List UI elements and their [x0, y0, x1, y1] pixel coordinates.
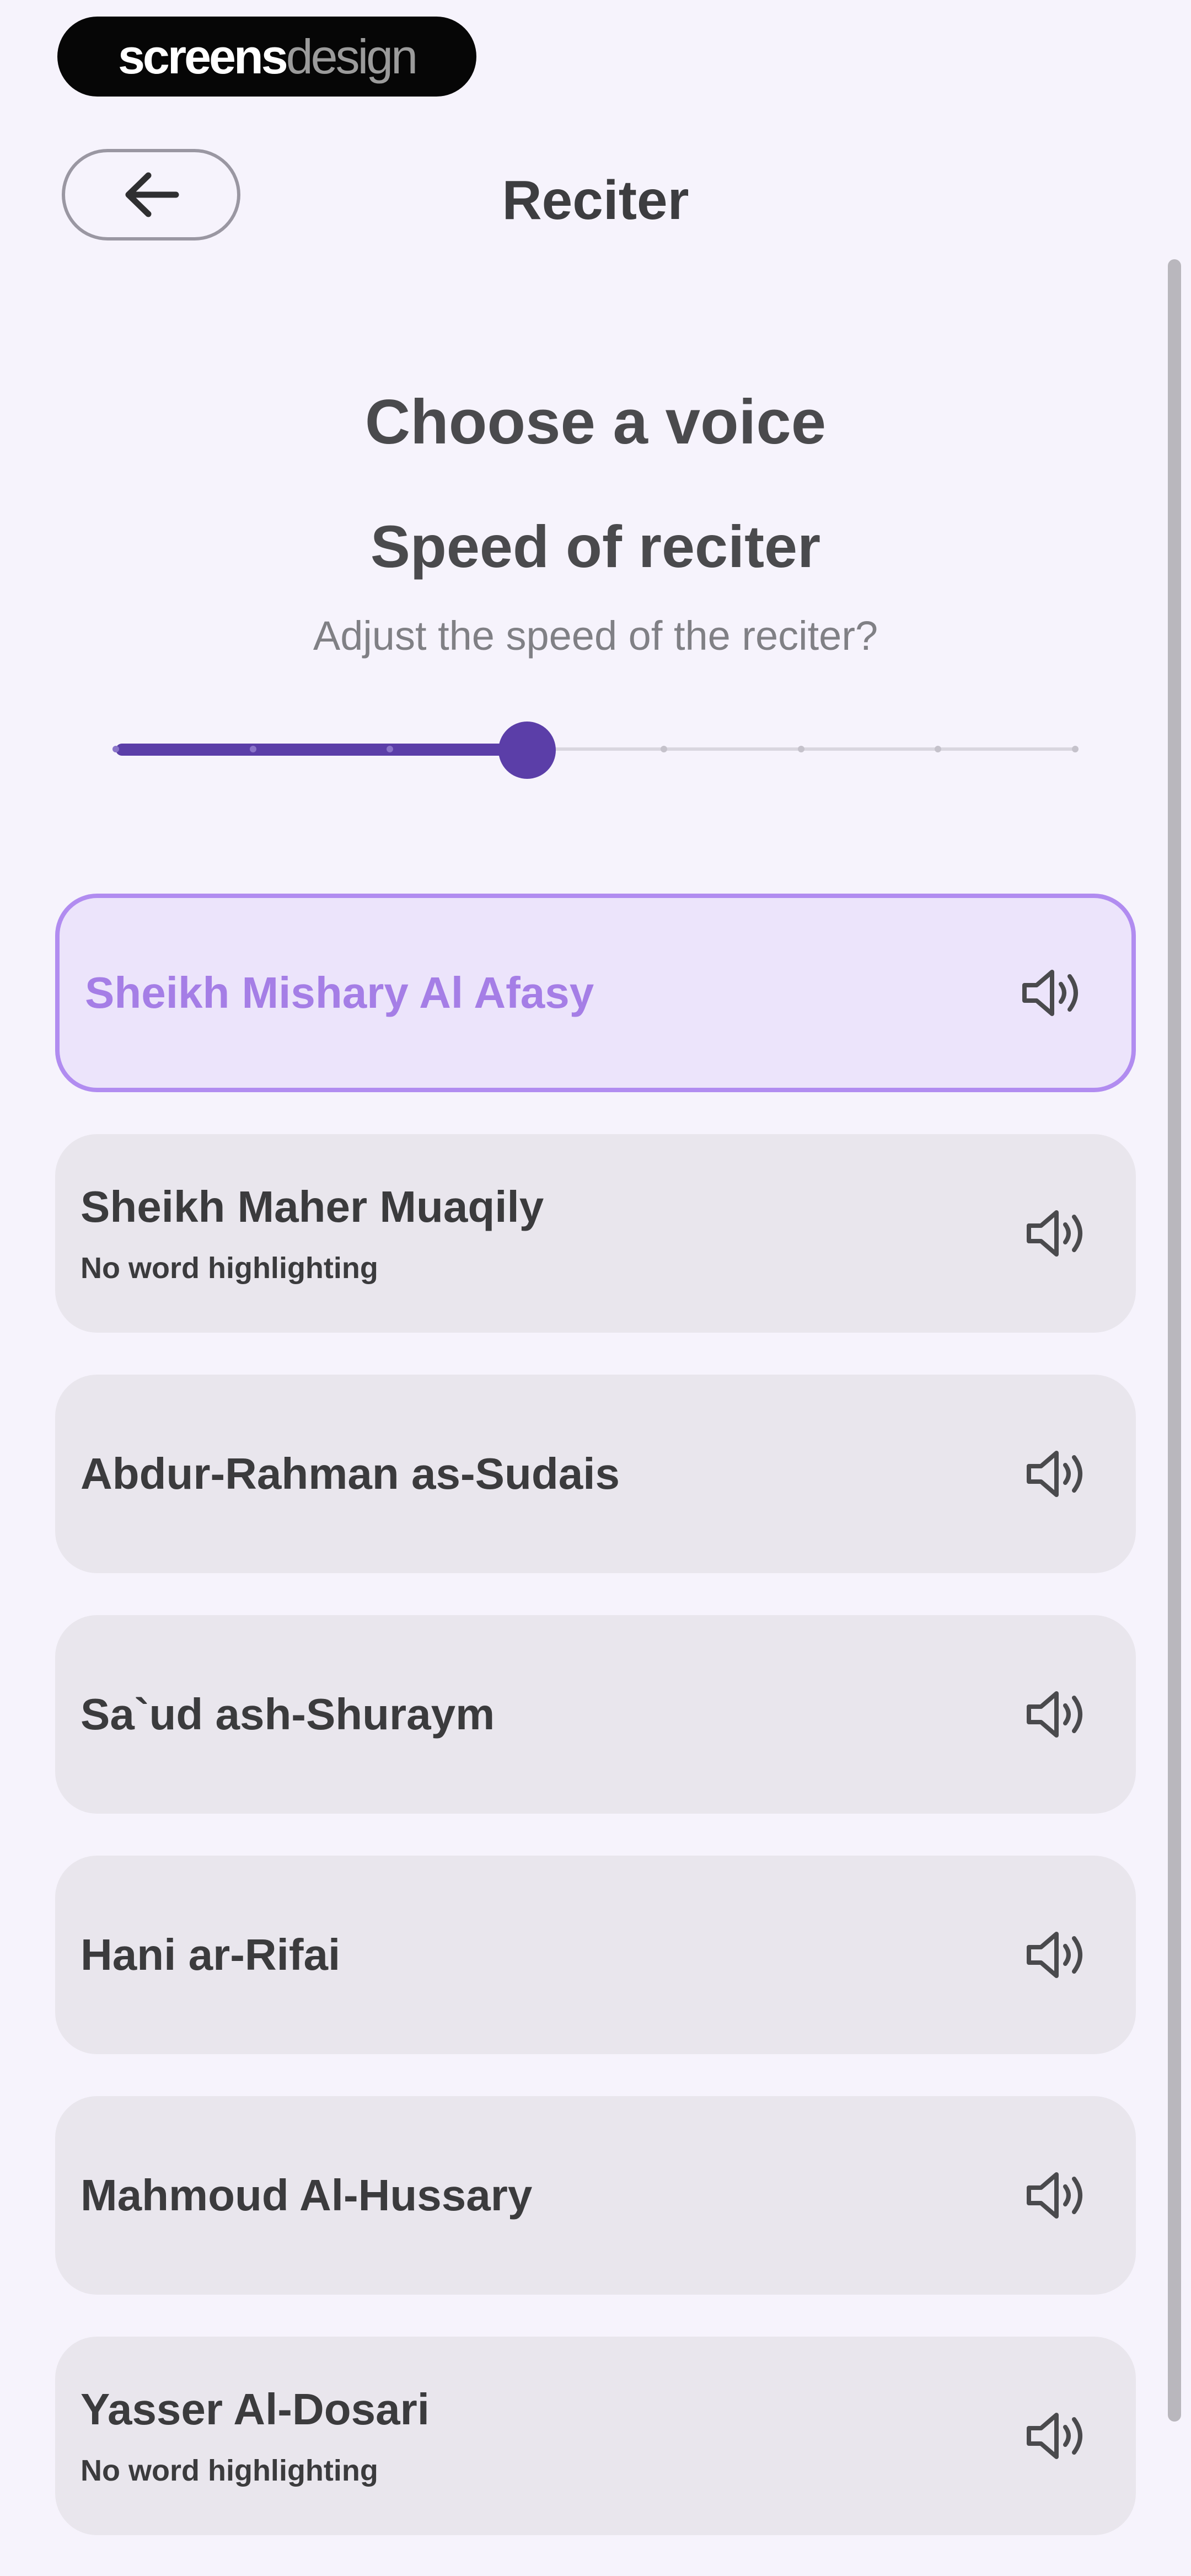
reciter-name: Sheikh Maher Muaqily — [81, 1182, 544, 1231]
speaker-icon[interactable] — [1018, 965, 1084, 1020]
reciter-option[interactable]: Mahmoud Al-Hussary — [55, 2096, 1136, 2295]
reciter-option[interactable]: Abdur-Rahman as-Sudais — [55, 1375, 1136, 1573]
speaker-icon[interactable] — [1022, 2168, 1088, 2223]
reciter-option[interactable]: Sheikh Mishary Al Afasy — [55, 894, 1136, 1092]
reciter-text: Sa`ud ash-Shuraym — [81, 1689, 495, 1740]
reciter-text: Abdur-Rahman as-Sudais — [81, 1449, 620, 1499]
reciter-name: Abdur-Rahman as-Sudais — [81, 1449, 620, 1498]
reciter-name: Mahmoud Al-Hussary — [81, 2171, 533, 2220]
reciter-text: Sheikh Mishary Al Afasy — [85, 968, 594, 1018]
slider-fill — [116, 744, 527, 756]
brand-logo: screens design — [57, 17, 476, 97]
reciter-option[interactable]: Yasser Al-Dosari No word highlighting — [55, 2337, 1136, 2535]
slider-tick — [1072, 746, 1079, 752]
speed-slider[interactable] — [112, 717, 1079, 783]
choose-voice-heading: Choose a voice — [364, 387, 827, 457]
slider-tick — [661, 746, 668, 752]
reciter-text: Yasser Al-Dosari No word highlighting — [81, 2384, 430, 2488]
reciter-list: Sheikh Mishary Al Afasy Sheikh Maher Muaq… — [55, 894, 1136, 2576]
reciter-name: Hani ar-Rifai — [81, 1930, 341, 1979]
reciter-note: No word highlighting — [81, 2454, 378, 2487]
speaker-icon[interactable] — [1022, 1687, 1088, 1742]
brand-logo-part2: design — [286, 29, 418, 84]
brand-logo-part1: screens — [117, 29, 288, 84]
speaker-icon[interactable] — [1022, 2408, 1088, 2463]
reciter-option[interactable]: Sa`ud ash-Shuraym — [55, 1615, 1136, 1814]
page-title: Reciter — [502, 169, 689, 231]
scrollbar[interactable] — [1168, 259, 1181, 2422]
reciter-note: No word highlighting — [81, 1252, 378, 1285]
reciter-text: Sheikh Maher Muaqily No word highlighting — [81, 1182, 544, 1285]
speaker-icon[interactable] — [1022, 1446, 1088, 1501]
slider-thumb[interactable] — [498, 722, 556, 779]
reciter-option[interactable]: Hani ar-Rifai — [55, 1856, 1136, 2054]
reciter-screen: screens design Reciter Choose a voice Spe… — [0, 0, 1191, 2576]
reciter-option[interactable]: Sheikh Maher Muaqily No word highlighting — [55, 1134, 1136, 1333]
slider-tick — [112, 746, 119, 752]
slider-tick — [249, 746, 256, 752]
slider-tick — [797, 746, 804, 752]
speed-subtitle: Adjust the speed of the reciter? — [313, 613, 878, 659]
reciter-text: Hani ar-Rifai — [81, 1930, 340, 1980]
reciter-name: Sheikh Mishary Al Afasy — [85, 968, 594, 1017]
reciter-text: Mahmoud Al-Hussary — [81, 2170, 532, 2221]
slider-tick — [935, 746, 942, 752]
speed-heading: Speed of reciter — [370, 513, 821, 580]
speaker-icon[interactable] — [1022, 1206, 1088, 1261]
speaker-icon[interactable] — [1022, 1927, 1088, 1982]
reciter-name: Yasser Al-Dosari — [81, 2385, 430, 2434]
reciter-name: Sa`ud ash-Shuraym — [81, 1690, 495, 1739]
